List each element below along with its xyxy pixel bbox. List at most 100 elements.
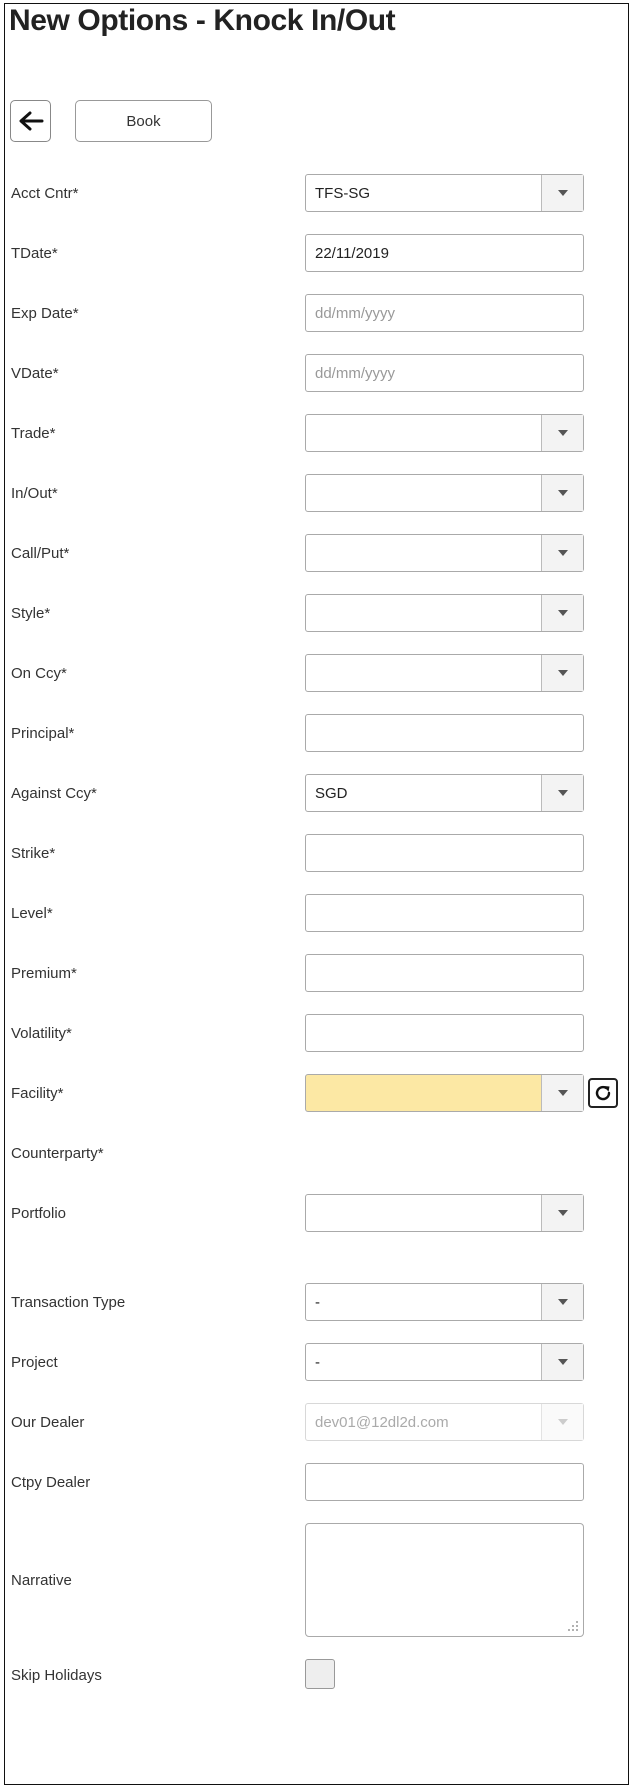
- transaction-type-dropdown-button[interactable]: [541, 1284, 583, 1320]
- our-dealer-value: dev01@12dl2d.com: [315, 1413, 449, 1431]
- row-principal: Principal*: [5, 714, 630, 752]
- transaction-type-select[interactable]: -: [305, 1283, 584, 1321]
- row-vdate: VDate* dd/mm/yyyy: [5, 354, 630, 392]
- premium-label: Premium*: [11, 964, 77, 982]
- vdate-input[interactable]: dd/mm/yyyy: [305, 354, 584, 392]
- back-button[interactable]: [10, 100, 51, 142]
- call-put-select[interactable]: [305, 534, 584, 572]
- ctpy-dealer-input[interactable]: [305, 1463, 584, 1501]
- acct-cntr-select[interactable]: TFS-SG: [305, 174, 584, 212]
- call-put-dropdown-button[interactable]: [541, 535, 583, 571]
- call-put-label: Call/Put*: [11, 544, 70, 562]
- row-in-out: In/Out*: [5, 474, 630, 512]
- row-style: Style*: [5, 594, 630, 632]
- row-skip-holidays: Skip Holidays: [5, 1656, 630, 1694]
- row-premium: Premium*: [5, 954, 630, 992]
- row-against-ccy: Against Ccy* SGD: [5, 774, 630, 812]
- book-button[interactable]: Book: [75, 100, 212, 142]
- row-acct-cntr: Acct Cntr* TFS-SG: [5, 174, 630, 212]
- options-form-panel: New Options - Knock In/Out Book Acct Cnt…: [4, 3, 629, 1785]
- in-out-select[interactable]: [305, 474, 584, 512]
- on-ccy-dropdown-button[interactable]: [541, 655, 583, 691]
- narrative-textarea[interactable]: [305, 1523, 584, 1637]
- facility-select[interactable]: [305, 1074, 584, 1112]
- style-dropdown-button[interactable]: [541, 595, 583, 631]
- row-trade: Trade*: [5, 414, 630, 452]
- caret-down-icon: [557, 790, 568, 796]
- against-ccy-value: SGD: [315, 784, 348, 802]
- our-dealer-select: dev01@12dl2d.com: [305, 1403, 584, 1441]
- trade-dropdown-button[interactable]: [541, 415, 583, 451]
- caret-down-icon: [557, 1359, 568, 1365]
- caret-down-icon: [557, 550, 568, 556]
- tdate-label: TDate*: [11, 244, 58, 262]
- style-label: Style*: [11, 604, 51, 622]
- skip-holidays-checkbox[interactable]: [305, 1659, 335, 1689]
- portfolio-dropdown-button[interactable]: [541, 1195, 583, 1231]
- facility-refresh-button[interactable]: [588, 1078, 618, 1108]
- row-transaction-type: Transaction Type -: [5, 1283, 630, 1321]
- tdate-input[interactable]: 22/11/2019: [305, 234, 584, 272]
- row-level: Level*: [5, 894, 630, 932]
- resize-grip-icon[interactable]: [567, 1620, 579, 1632]
- volatility-label: Volatility*: [11, 1024, 72, 1042]
- row-ctpy-dealer: Ctpy Dealer: [5, 1463, 630, 1501]
- strike-label: Strike*: [11, 844, 56, 862]
- exp-date-placeholder: dd/mm/yyyy: [315, 304, 396, 322]
- caret-down-icon: [557, 1210, 568, 1216]
- project-select[interactable]: -: [305, 1343, 584, 1381]
- row-tdate: TDate* 22/11/2019: [5, 234, 630, 272]
- acct-cntr-label: Acct Cntr*: [11, 184, 79, 202]
- against-ccy-dropdown-button[interactable]: [541, 775, 583, 811]
- on-ccy-label: On Ccy*: [11, 664, 67, 682]
- caret-down-icon: [557, 1299, 568, 1305]
- caret-down-icon: [557, 670, 568, 676]
- vdate-placeholder: dd/mm/yyyy: [315, 364, 396, 382]
- volatility-input[interactable]: [305, 1014, 584, 1052]
- against-ccy-label: Against Ccy*: [11, 784, 97, 802]
- row-exp-date: Exp Date* dd/mm/yyyy: [5, 294, 630, 332]
- row-narrative: Narrative: [5, 1523, 630, 1637]
- facility-dropdown-button[interactable]: [541, 1075, 583, 1111]
- narrative-label: Narrative: [11, 1571, 72, 1589]
- arrow-left-icon: [19, 111, 43, 131]
- portfolio-label: Portfolio: [11, 1204, 67, 1222]
- project-dropdown-button[interactable]: [541, 1344, 583, 1380]
- caret-down-icon: [557, 610, 568, 616]
- tdate-value: 22/11/2019: [315, 244, 389, 262]
- portfolio-select[interactable]: [305, 1194, 584, 1232]
- level-label: Level*: [11, 904, 53, 922]
- acct-cntr-dropdown-button[interactable]: [541, 175, 583, 211]
- project-value: -: [315, 1353, 320, 1371]
- principal-label: Principal*: [11, 724, 75, 742]
- our-dealer-label: Our Dealer: [11, 1413, 85, 1431]
- facility-label: Facility*: [11, 1084, 64, 1102]
- trade-label: Trade*: [11, 424, 56, 442]
- in-out-dropdown-button[interactable]: [541, 475, 583, 511]
- caret-down-icon: [557, 1090, 568, 1096]
- counterparty-label: Counterparty*: [11, 1144, 104, 1162]
- caret-down-icon: [557, 1419, 568, 1425]
- our-dealer-dropdown-button: [541, 1404, 583, 1440]
- against-ccy-select[interactable]: SGD: [305, 774, 584, 812]
- transaction-type-label: Transaction Type: [11, 1293, 126, 1311]
- premium-input[interactable]: [305, 954, 584, 992]
- level-input[interactable]: [305, 894, 584, 932]
- row-on-ccy: On Ccy*: [5, 654, 630, 692]
- row-volatility: Volatility*: [5, 1014, 630, 1052]
- exp-date-input[interactable]: dd/mm/yyyy: [305, 294, 584, 332]
- strike-input[interactable]: [305, 834, 584, 872]
- row-facility: Facility*: [5, 1074, 630, 1112]
- page-title: New Options - Knock In/Out: [9, 4, 396, 37]
- on-ccy-select[interactable]: [305, 654, 584, 692]
- trade-select[interactable]: [305, 414, 584, 452]
- vdate-label: VDate*: [11, 364, 59, 382]
- row-counterparty: Counterparty*: [5, 1134, 630, 1172]
- style-select[interactable]: [305, 594, 584, 632]
- principal-input[interactable]: [305, 714, 584, 752]
- in-out-label: In/Out*: [11, 484, 58, 502]
- caret-down-icon: [557, 430, 568, 436]
- ctpy-dealer-label: Ctpy Dealer: [11, 1473, 91, 1491]
- refresh-icon: [595, 1085, 611, 1101]
- row-our-dealer: Our Dealer dev01@12dl2d.com: [5, 1403, 630, 1441]
